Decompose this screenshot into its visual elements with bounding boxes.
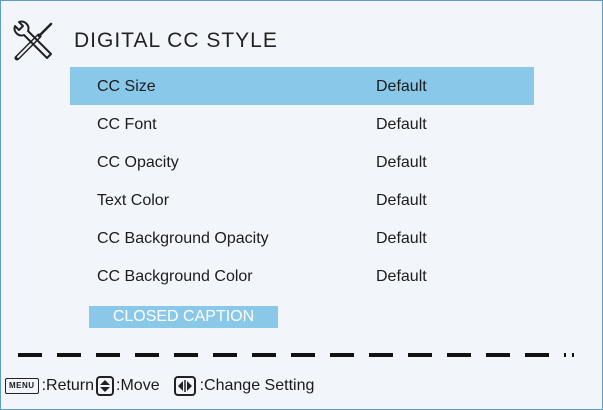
menu-item-value: Default [376,230,427,247]
menu-item-cc-opacity[interactable]: CC Opacity Default [70,143,534,181]
menu-item-label: CC Font [97,116,157,133]
menu-item-label: CC Background Opacity [97,230,269,247]
up-down-key-icon [96,376,115,396]
divider-dashed [18,353,574,357]
settings-list: CC Size Default CC Font Default CC Opaci… [70,67,534,295]
menu-item-value: Default [376,192,427,209]
menu-item-cc-font[interactable]: CC Font Default [70,105,534,143]
osd-window: DIGITAL CC STYLE CC Size Default CC Font… [0,0,603,410]
menu-item-label: CC Background Color [97,268,253,285]
menu-item-cc-size[interactable]: CC Size Default [70,67,534,105]
change-setting-hint: :Change Setting [199,377,315,394]
menu-item-cc-background-color[interactable]: CC Background Color Default [70,257,534,295]
menu-item-value: Default [376,154,427,171]
menu-item-label: CC Opacity [97,154,179,171]
menu-item-value: Default [376,268,427,285]
menu-item-text-color[interactable]: Text Color Default [70,181,534,219]
move-hint: :Move [116,377,160,394]
closed-caption-button[interactable]: CLOSED CAPTION [89,306,278,328]
menu-item-cc-background-opacity[interactable]: CC Background Opacity Default [70,219,534,257]
menu-item-value: Default [376,78,427,95]
page-title: DIGITAL CC STYLE [74,29,278,52]
left-right-key-icon [173,376,196,396]
menu-item-value: Default [376,116,427,133]
menu-item-label: CC Size [97,78,156,95]
menu-item-label: Text Color [97,192,170,209]
menu-key-icon: MENU [5,378,39,394]
return-hint: :Return [41,377,95,394]
tools-icon [13,20,53,61]
key-help-bar: MENU :Return :Move :Change Setting [5,372,314,400]
